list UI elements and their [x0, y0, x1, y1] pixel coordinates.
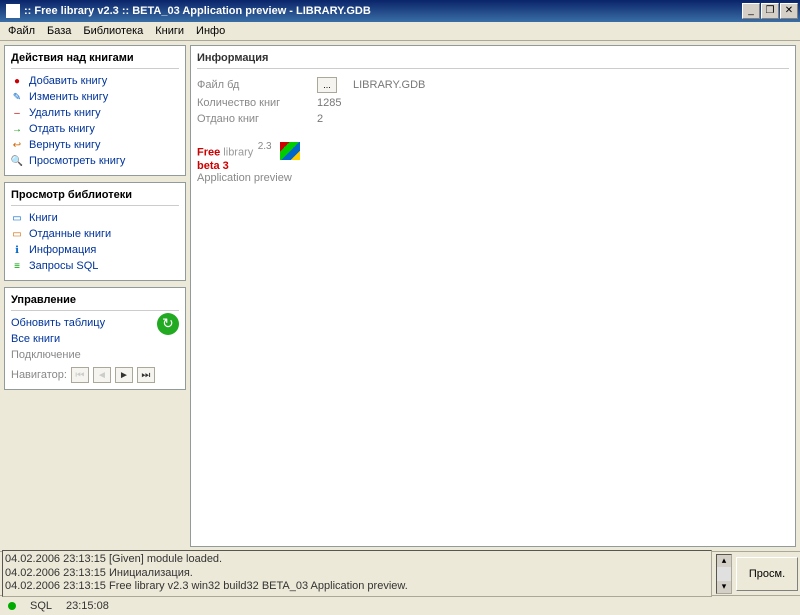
panel-control-title: Управление	[11, 292, 179, 311]
menu-books[interactable]: Книги	[155, 25, 184, 37]
action-add-book-label: Добавить книгу	[29, 75, 107, 87]
control-connection-label: Подключение	[11, 349, 81, 361]
log-line: 04.02.2006 23:13:15 Инициализация.	[5, 567, 709, 581]
action-view-book[interactable]: 🔍 Просмотреть книгу	[11, 153, 179, 169]
action-delete-book[interactable]: –Удалить книгу	[11, 105, 179, 121]
minimize-button[interactable]: _	[742, 3, 760, 19]
view-button[interactable]: Просм.	[736, 557, 798, 591]
info-given-label: Отдано книг	[197, 113, 307, 125]
action-give-book[interactable]: → Отдать книгу	[11, 121, 179, 137]
view-books[interactable]: ▭ Книги	[11, 210, 179, 226]
logo-beta: beta 3	[197, 160, 789, 172]
view-given-books-label: Отданные книги	[29, 228, 111, 240]
info-given-value: 2	[317, 113, 323, 125]
app-icon	[6, 4, 20, 18]
refresh-icon[interactable]	[157, 313, 179, 335]
view-info[interactable]: ℹ Информация	[11, 242, 179, 258]
scroll-down-icon: ▾	[717, 581, 731, 593]
status-time: 23:15:08	[66, 600, 109, 612]
view-info-label: Информация	[29, 244, 96, 256]
window-title: :: Free library v2.3 :: BETA_03 Applicat…	[24, 5, 371, 17]
nav-first-button[interactable]: ⏮	[71, 367, 89, 383]
menu-bar: Файл База Библиотека Книги Инфо	[0, 22, 800, 41]
status-bar: SQL 23:15:08	[0, 595, 800, 615]
logo-subtitle: Application preview	[197, 172, 789, 184]
view-given-books[interactable]: ▭ Отданные книги	[11, 226, 179, 242]
log-scrollbar[interactable]: ▴▾	[716, 554, 732, 594]
menu-library[interactable]: Библиотека	[83, 25, 143, 37]
control-refresh-label: Обновить таблицу	[11, 317, 105, 329]
search-icon: 🔍	[11, 155, 23, 167]
view-button-label: Просм.	[749, 568, 785, 580]
navigator-row: Навигатор: ⏮ ◄ ► ⏭	[11, 367, 179, 383]
minus-icon: –	[11, 107, 23, 119]
book-open-icon: ▭	[11, 228, 23, 240]
panel-library-view: Просмотр библиотеки ▭ Книги ▭ Отданные кни…	[4, 182, 186, 281]
control-allbooks[interactable]: Все книги	[11, 331, 157, 347]
close-button[interactable]: ✕	[780, 3, 798, 19]
view-sql-label: Запросы SQL	[29, 260, 98, 272]
main-pane: Информация Файл бд ... LIBRARY.GDB Колич…	[190, 45, 796, 547]
action-view-book-label: Просмотреть книгу	[29, 155, 125, 167]
logo-free: Free	[197, 146, 220, 158]
action-add-book[interactable]: ● Добавить книгу	[11, 73, 179, 89]
log-line: 04.02.2006 23:13:15 [Given] module loade…	[5, 553, 709, 567]
info-icon: ℹ	[11, 244, 23, 256]
info-file-label: Файл бд	[197, 79, 307, 91]
control-connection[interactable]: Подключение	[11, 347, 179, 363]
control-refresh[interactable]: Обновить таблицу	[11, 315, 179, 331]
sidebar: Действия над книгами ● Добавить книгу ✎ Из…	[0, 41, 190, 551]
menu-file[interactable]: Файл	[8, 25, 35, 37]
status-indicator-icon	[8, 602, 16, 610]
restore-button[interactable]: ❐	[761, 3, 779, 19]
action-edit-book[interactable]: ✎ Изменить книгу	[11, 89, 179, 105]
menu-base[interactable]: База	[47, 25, 71, 37]
log-line: 04.02.2006 23:13:15 Free library v2.3 wi…	[5, 580, 709, 594]
book-icon: ▭	[11, 212, 23, 224]
info-title: Информация	[197, 52, 789, 69]
arrow-left-icon: ↩	[11, 139, 23, 151]
navigator-label: Навигатор:	[11, 369, 67, 381]
title-bar: :: Free library v2.3 :: BETA_03 Applicat…	[0, 0, 800, 22]
action-delete-book-label: Удалить книгу	[29, 107, 101, 119]
control-allbooks-label: Все книги	[11, 333, 60, 345]
status-sql: SQL	[30, 600, 52, 612]
panel-book-actions: Действия над книгами ● Добавить книгу ✎ Из…	[4, 45, 186, 176]
nav-prev-button[interactable]: ◄	[93, 367, 111, 383]
log-pane: 04.02.2006 23:13:15 [Given] module loade…	[2, 550, 712, 597]
panel-book-actions-title: Действия над книгами	[11, 50, 179, 69]
panel-control: Управление Обновить таблицу Все книги По…	[4, 287, 186, 390]
action-give-book-label: Отдать книгу	[29, 123, 95, 135]
scroll-up-icon: ▴	[717, 555, 731, 567]
logo-library: library	[220, 146, 253, 158]
plus-icon: ●	[11, 75, 23, 87]
info-count-label: Количество книг	[197, 97, 307, 109]
view-sql[interactable]: ≡ Запросы SQL	[11, 258, 179, 274]
action-edit-book-label: Изменить книгу	[29, 91, 108, 103]
menu-info[interactable]: Инфо	[196, 25, 225, 37]
view-books-label: Книги	[29, 212, 58, 224]
window-controls: _ ❐ ✕	[742, 3, 798, 19]
info-file-value: LIBRARY.GDB	[353, 79, 425, 91]
browse-button[interactable]: ...	[317, 77, 337, 93]
nav-last-button[interactable]: ⏭	[137, 367, 155, 383]
action-return-book[interactable]: ↩ Вернуть книгу	[11, 137, 179, 153]
pencil-icon: ✎	[11, 91, 23, 103]
nav-next-button[interactable]: ►	[115, 367, 133, 383]
arrow-right-icon: →	[11, 123, 23, 135]
windows-flag-icon	[280, 142, 300, 160]
bottom-bar: 04.02.2006 23:13:15 [Given] module loade…	[0, 551, 800, 595]
action-return-book-label: Вернуть книгу	[29, 139, 101, 151]
info-count-value: 1285	[317, 97, 341, 109]
sql-icon: ≡	[11, 260, 23, 272]
logo-version: 2.3	[258, 141, 272, 152]
panel-library-view-title: Просмотр библиотеки	[11, 187, 179, 206]
logo-block: Free library 2.3 beta 3 Application prev…	[197, 141, 789, 184]
